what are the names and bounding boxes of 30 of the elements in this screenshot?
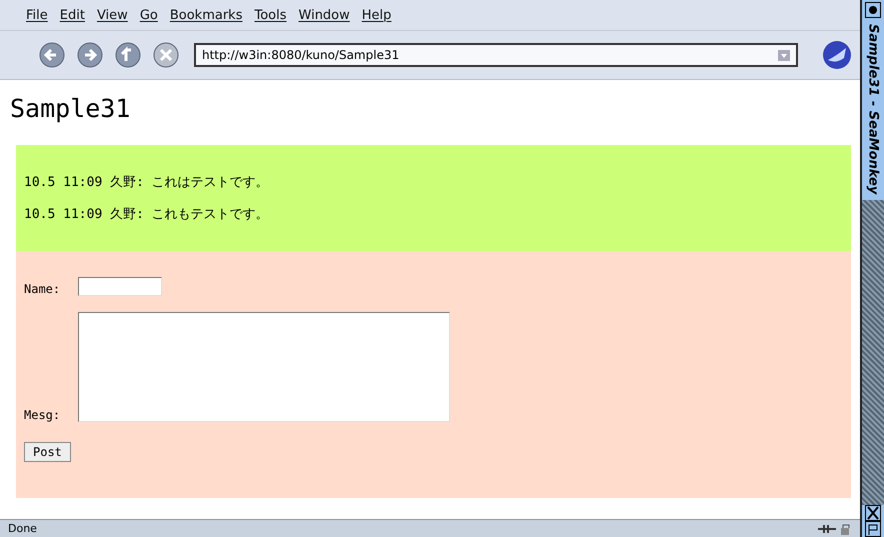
menu-item[interactable]: Help <box>362 8 392 22</box>
menu-item[interactable]: Bookmarks <box>170 8 242 22</box>
window-menu-icon[interactable] <box>865 2 881 18</box>
stop-icon[interactable] <box>152 41 180 69</box>
plug-icon <box>818 524 836 534</box>
url-text: http://w3in:8080/kuno/Sample31 <box>202 48 400 62</box>
url-field[interactable]: http://w3in:8080/kuno/Sample31 <box>194 43 798 67</box>
page-heading: Sample31 <box>10 94 132 123</box>
globe-icon[interactable] <box>822 40 852 70</box>
message-field[interactable] <box>78 312 450 422</box>
menu-item[interactable]: Window <box>298 8 350 22</box>
iconify-icon[interactable] <box>865 521 881 537</box>
close-icon[interactable] <box>865 505 881 521</box>
menu-item[interactable]: View <box>96 8 128 22</box>
name-label: Name: <box>24 282 62 296</box>
forward-icon[interactable] <box>76 41 104 69</box>
message-line: 10.5 11:09 久野: これはテストです。 <box>24 174 270 191</box>
reload-icon[interactable] <box>114 41 142 69</box>
padlock-icon <box>840 522 852 534</box>
menu-item[interactable]: File <box>26 8 48 22</box>
post-button[interactable]: Post <box>24 442 71 462</box>
message-line: 10.5 11:09 久野: これもテストです。 <box>24 206 270 223</box>
window-title: Sample31 - SeaMonkey <box>866 23 880 196</box>
back-icon[interactable] <box>38 41 66 69</box>
mesg-label: Mesg: <box>24 408 62 422</box>
name-field[interactable] <box>78 277 162 296</box>
menu-item[interactable]: Tools <box>254 8 287 22</box>
status-text: Done <box>8 522 38 535</box>
menu-item[interactable]: Edit <box>60 8 85 22</box>
menu-item[interactable]: Go <box>140 8 158 22</box>
